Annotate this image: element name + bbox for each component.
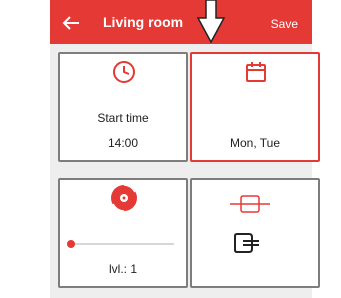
- level-slider-thumb[interactable]: [67, 240, 75, 248]
- start-time-card[interactable]: Start time 14:00: [58, 52, 188, 162]
- start-time-value: 14:00: [107, 136, 139, 150]
- record-disc-icon: [109, 183, 139, 218]
- switch-toggle-icon: [230, 192, 270, 221]
- input-card[interactable]: [190, 178, 320, 288]
- level-value: lvl.: 1: [108, 262, 137, 276]
- page-title: Living room: [103, 14, 184, 30]
- app-header: Living room Save: [50, 0, 312, 44]
- arrow-left-icon[interactable]: [60, 12, 82, 34]
- level-slider-track[interactable]: [70, 243, 174, 245]
- start-time-label: Start time: [97, 111, 149, 125]
- days-card[interactable]: Mon, Tue: [190, 52, 320, 162]
- calendar-icon: [244, 60, 268, 89]
- down-arrow-pointer-icon: [196, 0, 226, 44]
- settings-panel: Living room Save Start time 14:00 Mon, T…: [50, 0, 320, 298]
- days-value: Mon, Tue: [229, 136, 281, 150]
- clock-icon: [112, 60, 136, 89]
- input-jack-icon: [233, 232, 261, 259]
- save-button[interactable]: Save: [271, 17, 298, 31]
- level-card[interactable]: lvl.: 1: [58, 178, 188, 288]
